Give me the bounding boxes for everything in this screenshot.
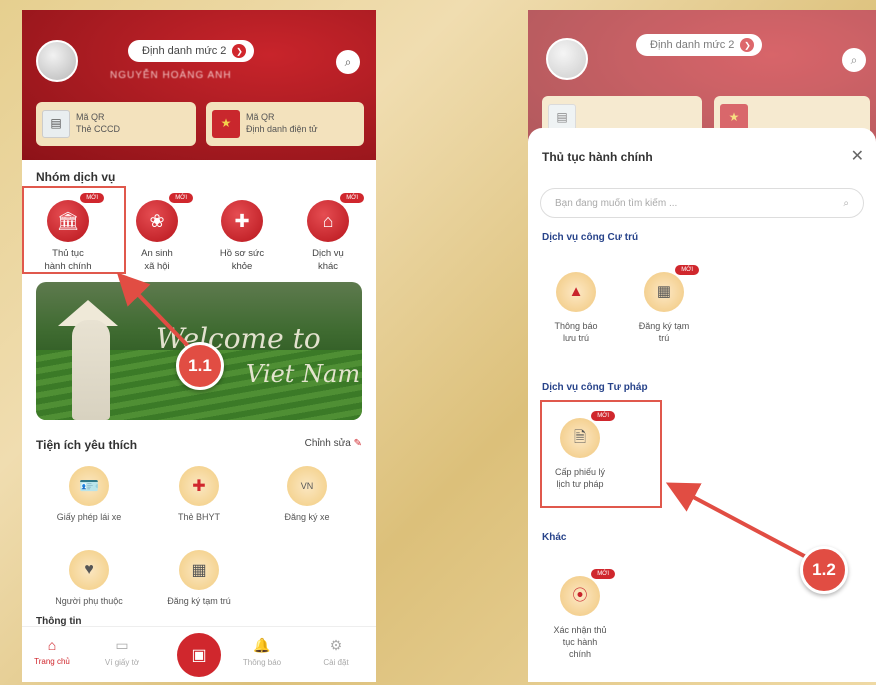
temporary-residence-icon: ▦ (179, 550, 219, 590)
favorite-dependents[interactable]: ♥ Người phụ thuộc (34, 550, 144, 606)
nav-label: Thông báo (242, 658, 282, 667)
bottom-navigation: ⌂ Trang chủ ▭ Ví giấy tờ ▣ 🔔 Thông báo ⚙… (22, 626, 376, 682)
new-badge: MỚI (339, 192, 365, 205)
qr-card-line1: Mã QR (76, 112, 105, 123)
nav-wallet[interactable]: ▭ Ví giấy tờ (92, 637, 152, 667)
close-icon[interactable]: ✕ (851, 146, 864, 166)
item-confirm-procedure[interactable]: ⦿ MỚI Xác nhận thủ tục hành chính (542, 568, 618, 660)
item-label: Thông báo (554, 321, 598, 331)
nav-label: Cài đặt (323, 658, 349, 667)
favorites-title: Tiện ích yêu thích (36, 438, 138, 452)
item-label: Xác nhận thủ (553, 625, 607, 635)
nav-settings[interactable]: ⚙ Cài đặt (306, 637, 366, 667)
favorite-label: Giấy phép lái xe (56, 512, 122, 522)
service-group-title: Nhóm dịch vụ (36, 170, 116, 184)
identity-level-label: Định danh mức 2 (650, 39, 735, 51)
health-insurance-icon: ✚ (179, 466, 219, 506)
new-badge: MỚI (674, 264, 700, 277)
gear-icon: ⚙ (329, 637, 343, 653)
identity-level-pill[interactable]: Định danh mức 2 ❯ (128, 40, 255, 62)
item-label: lưu trú (562, 333, 590, 344)
highlight-box-1-2 (540, 400, 662, 508)
service-other[interactable]: ⌂ MỚI Dịch vụ khác (288, 192, 368, 274)
calendar-icon: ▦ MỚI (644, 264, 700, 312)
favorite-driving-license[interactable]: 🪪 Giấy phép lái xe (34, 466, 144, 522)
pencil-icon: ✎ (353, 438, 362, 449)
chevron-icon: ❯ (740, 38, 755, 52)
bell-icon: 🔔 (253, 637, 271, 653)
nav-label: Ví giấy tờ (104, 658, 140, 667)
favorite-temporary-residence[interactable]: ▦ Đăng ký tạm trú (144, 550, 254, 606)
identity-level-pill: Định danh mức 2 ❯ (636, 34, 763, 56)
nav-label: Trang chủ (34, 657, 70, 666)
woman-figure (72, 320, 110, 420)
search-icon: ⌕ (842, 48, 866, 72)
vehicle-registration-icon: VN (287, 466, 327, 506)
search-placeholder: Bạn đang muốn tìm kiếm ... (555, 197, 678, 209)
step-label-1-1: 1.1 (176, 342, 224, 390)
home-icon: ⌂ (47, 637, 57, 653)
qr-card-line2: Thẻ CCCD (76, 124, 121, 134)
item-temporary-residence[interactable]: ▦ MỚI Đăng ký tạm trú (626, 264, 702, 344)
new-badge: MỚI (168, 192, 194, 205)
qr-card-digital-id[interactable]: ★ Mã QR Định danh điện tử (206, 102, 364, 146)
search-input[interactable]: Bạn đang muốn tìm kiếm ... ⌕ (540, 188, 864, 218)
service-label: xã hội (144, 260, 170, 272)
social-security-icon: ❀ MỚI (136, 192, 194, 242)
home-icon: ⌂ MỚI (307, 192, 365, 242)
user-name: NGUYỄN HOÀNG ANH (110, 70, 232, 81)
profile-header: Định danh mức 2 ❯ ⌕ NGUYỄN HOÀNG ANH ▤ M… (22, 10, 376, 160)
service-health-records[interactable]: ✚ Hồ sơ sức khỏe (202, 200, 282, 274)
dependents-icon: ♥ (69, 550, 109, 590)
avatar (546, 38, 588, 80)
qr-card-line1: Mã QR (246, 112, 275, 123)
identity-level-label: Định danh mức 2 (142, 45, 227, 57)
item-label: tục hành (562, 637, 598, 648)
service-label: An sinh (141, 248, 173, 259)
edit-label: Chỉnh sửa (304, 438, 351, 449)
sheet-title: Thủ tục hành chính (542, 150, 653, 164)
item-accommodation-notice[interactable]: ▲ Thông báo lưu trú (538, 272, 614, 344)
favorite-label: Thẻ BHYT (177, 512, 220, 522)
new-badge: MỚI (590, 568, 616, 581)
certificate-icon: ⦿ MỚI (560, 568, 616, 616)
step-label-1-2: 1.2 (800, 546, 848, 594)
section-justice: Dịch vụ công Tư pháp (542, 382, 648, 393)
license-icon: 🪪 (69, 466, 109, 506)
search-icon[interactable]: ⌕ (336, 50, 360, 74)
item-label: trú (658, 333, 670, 344)
search-icon: ⌕ (843, 197, 849, 209)
section-residence: Dịch vụ công Cư trú (542, 232, 639, 243)
qr-card-cccd[interactable]: ▤ Mã QR Thẻ CCCD (36, 102, 196, 146)
highlight-box-1-1 (22, 186, 126, 274)
service-label: khác (317, 260, 339, 272)
notice-icon: ▲ (556, 272, 596, 312)
item-label: chính (568, 649, 592, 660)
health-icon: ✚ (221, 200, 263, 242)
favorite-vehicle-registration[interactable]: VN Đăng ký xe (252, 466, 362, 522)
banner-text-2: Viet Nam (246, 360, 361, 388)
emblem-icon: ★ (212, 110, 240, 138)
favorite-label: Đăng ký xe (284, 512, 330, 522)
favorite-label: Đăng ký tạm trú (167, 596, 231, 606)
chevron-icon: ❯ (232, 44, 247, 58)
edit-favorites-link[interactable]: Chỉnh sửa ✎ (305, 438, 362, 449)
section-other: Khác (542, 532, 567, 543)
avatar[interactable] (36, 40, 78, 82)
favorite-health-insurance[interactable]: ✚ Thẻ BHYT (144, 466, 254, 522)
qr-card-line2: Định danh điện tử (246, 124, 318, 134)
scan-icon: ▣ (191, 647, 207, 664)
nav-notifications[interactable]: 🔔 Thông báo (232, 637, 292, 667)
service-label: khỏe (231, 260, 253, 272)
scan-button[interactable]: ▣ (177, 633, 221, 677)
favorite-label: Người phụ thuộc (55, 596, 123, 606)
service-social-security[interactable]: ❀ MỚI An sinh xã hội (117, 192, 197, 274)
id-card-icon: ▤ (42, 110, 70, 138)
item-label: Đăng ký tạm (638, 321, 690, 331)
nav-home[interactable]: ⌂ Trang chủ (22, 637, 82, 666)
wallet-icon: ▭ (115, 637, 129, 653)
service-label: Dịch vụ (312, 248, 344, 259)
service-label: Hồ sơ sức (219, 248, 265, 259)
bottom-sheet: Thủ tục hành chính ✕ Bạn đang muốn tìm k… (528, 128, 876, 682)
